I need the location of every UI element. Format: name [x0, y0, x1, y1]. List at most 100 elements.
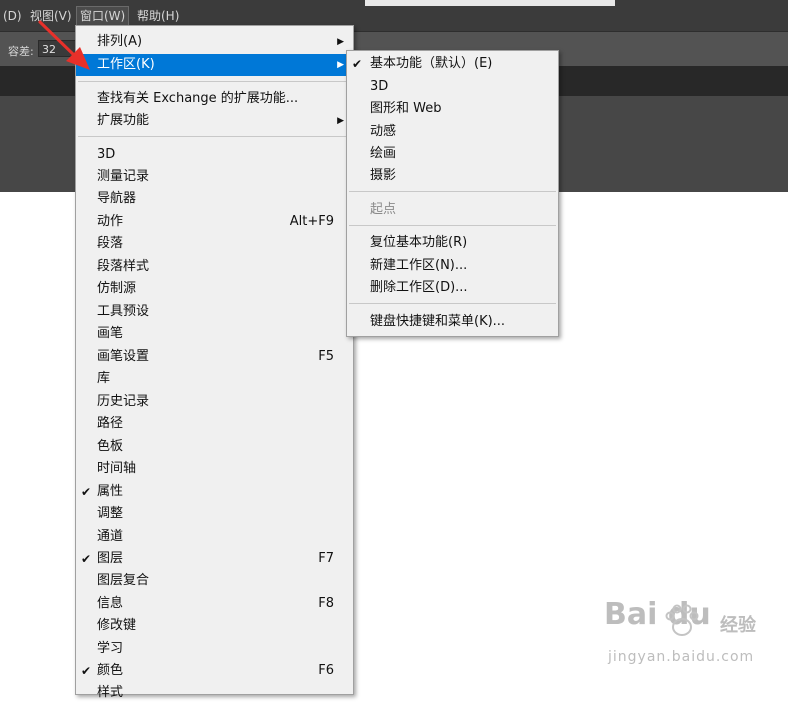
- menu-separator: [78, 136, 351, 137]
- menu-help[interactable]: 帮助(H): [134, 7, 182, 25]
- menu-item-label: 画笔: [97, 326, 124, 341]
- menu-item-properties[interactable]: ✔ 属性: [76, 481, 353, 503]
- menu-item-label: 学习: [97, 641, 124, 656]
- menu-item-find-exchange[interactable]: 查找有关 Exchange 的扩展功能...: [76, 88, 353, 110]
- menu-item-modifier-keys[interactable]: 修改键: [76, 615, 353, 637]
- menu-item-label: 图层复合: [97, 573, 150, 588]
- menu-window[interactable]: 窗口(W): [76, 6, 130, 26]
- submenu-item-delete-workspace[interactable]: 删除工作区(D)...: [347, 277, 558, 299]
- submenu-item-start: 起点: [347, 199, 558, 221]
- submenu-item-photography[interactable]: 摄影: [347, 165, 558, 187]
- menu-item-workspace[interactable]: 工作区(K) ▶: [76, 54, 353, 76]
- submenu-item-motion[interactable]: 动感: [347, 121, 558, 143]
- menu-item-label: 工作区(K): [97, 57, 155, 72]
- menu-view[interactable]: 视图(V): [27, 7, 75, 25]
- menu-item-shortcut: F8: [318, 596, 334, 611]
- menu-item-label: 画笔设置: [97, 349, 150, 364]
- menu-item-label: 图层: [97, 551, 124, 566]
- submenu-item-graphic-web[interactable]: 图形和 Web: [347, 98, 558, 120]
- submenu-item-reset-essentials[interactable]: 复位基本功能(R): [347, 232, 558, 254]
- menu-item-paths[interactable]: 路径: [76, 413, 353, 435]
- menu-item-label: 导航器: [97, 191, 137, 206]
- workspace-submenu: ✔ 基本功能（默认）(E) 3D 图形和 Web 动感 绘画 摄影 起点 复位基…: [346, 50, 559, 337]
- menu-item-paragraph[interactable]: 段落: [76, 233, 353, 255]
- menu-item-adjustments[interactable]: 调整: [76, 503, 353, 525]
- menu-item-label: 扩展功能: [97, 113, 150, 128]
- menu-item-label: 库: [97, 371, 111, 386]
- menu-item-measurement-log[interactable]: 测量记录: [76, 166, 353, 188]
- menu-item-label: 时间轴: [97, 461, 137, 476]
- submenu-item-painting[interactable]: 绘画: [347, 143, 558, 165]
- menu-item-layer-comps[interactable]: 图层复合: [76, 570, 353, 592]
- menu-item-shortcut: F6: [318, 663, 334, 678]
- submenu-arrow-icon: ▶: [337, 116, 344, 126]
- menu-item-arrange[interactable]: 排列(A) ▶: [76, 31, 353, 53]
- menu-separator: [349, 191, 556, 192]
- menu-item-label: 新建工作区(N)...: [370, 258, 468, 273]
- menu-item-styles[interactable]: 样式: [76, 682, 353, 704]
- menu-item-label: 段落样式: [97, 259, 150, 274]
- menu-item-shortcut: F7: [318, 551, 334, 566]
- menu-item-label: 仿制源: [97, 281, 137, 296]
- menu-item-label: 绘画: [370, 146, 397, 161]
- menu-item-label: 通道: [97, 529, 124, 544]
- menu-item-label: 复位基本功能(R): [370, 235, 468, 250]
- submenu-item-new-workspace[interactable]: 新建工作区(N)...: [347, 255, 558, 277]
- submenu-arrow-icon: ▶: [337, 37, 344, 47]
- menu-item-tool-presets[interactable]: 工具预设: [76, 301, 353, 323]
- menu-item-learn[interactable]: 学习: [76, 638, 353, 660]
- menu-item-3d[interactable]: 3D: [76, 144, 353, 166]
- menu-item-label: 修改键: [97, 618, 137, 633]
- menu-item-label: 样式: [97, 685, 124, 700]
- submenu-arrow-icon: ▶: [337, 60, 344, 70]
- menu-item-info[interactable]: 信息 F8: [76, 593, 353, 615]
- menu-item-brushes[interactable]: 画笔: [76, 323, 353, 345]
- submenu-item-3d[interactable]: 3D: [347, 76, 558, 98]
- menu-item-clone-source[interactable]: 仿制源: [76, 278, 353, 300]
- menu-item-label: 色板: [97, 439, 124, 454]
- menu-item-label: 动感: [370, 124, 397, 139]
- menu-item-label: 调整: [97, 506, 124, 521]
- menu-item-shortcut: Alt+F9: [289, 214, 334, 229]
- watermark-url: jingyan.baidu.com: [608, 649, 755, 665]
- menu-item-history[interactable]: 历史记录: [76, 391, 353, 413]
- menu-item-color[interactable]: ✔ 颜色 F6: [76, 660, 353, 682]
- menu-item-label: 起点: [370, 202, 397, 217]
- submenu-item-keyboard-shortcuts[interactable]: 键盘快捷键和菜单(K)...: [347, 311, 558, 333]
- submenu-item-essentials[interactable]: ✔ 基本功能（默认）(E): [347, 53, 558, 75]
- menu-item-label: 动作: [97, 214, 124, 229]
- menu-item-label: 图形和 Web: [370, 101, 442, 116]
- menu-item-label: 测量记录: [97, 169, 150, 184]
- menu-item-label: 历史记录: [97, 394, 150, 409]
- menu-item-channels[interactable]: 通道: [76, 526, 353, 548]
- menu-item-label: 工具预设: [97, 304, 150, 319]
- checkmark-icon: ✔: [81, 485, 92, 499]
- menu-item-actions[interactable]: 动作 Alt+F9: [76, 211, 353, 233]
- menu-separator: [78, 81, 351, 82]
- tolerance-input[interactable]: 32: [38, 40, 76, 57]
- menu-item-navigator[interactable]: 导航器: [76, 188, 353, 210]
- menu-edit-partial[interactable]: (D): [0, 7, 25, 25]
- checkmark-icon: ✔: [81, 664, 92, 678]
- menu-item-label: 查找有关 Exchange 的扩展功能...: [97, 91, 299, 106]
- baidu-jingyan-watermark: Bai du 经验 jingyan.baidu.com: [604, 597, 784, 677]
- paw-icon: [665, 604, 699, 636]
- menu-item-brush-settings[interactable]: 画笔设置 F5: [76, 346, 353, 368]
- menu-item-libraries[interactable]: 库: [76, 368, 353, 390]
- menu-item-label: 属性: [97, 484, 124, 499]
- menu-item-label: 键盘快捷键和菜单(K)...: [370, 314, 506, 329]
- menu-item-label: 颜色: [97, 663, 124, 678]
- menu-item-label: 信息: [97, 596, 124, 611]
- menu-item-layers[interactable]: ✔ 图层 F7: [76, 548, 353, 570]
- menu-item-label: 基本功能（默认）(E): [370, 56, 493, 71]
- menu-separator: [349, 303, 556, 304]
- menu-item-extensions[interactable]: 扩展功能 ▶: [76, 110, 353, 132]
- menu-item-timeline[interactable]: 时间轴: [76, 458, 353, 480]
- menu-separator: [349, 225, 556, 226]
- watermark-brand: 经验: [720, 615, 756, 636]
- menu-item-swatches[interactable]: 色板: [76, 436, 353, 458]
- menu-item-paragraph-styles[interactable]: 段落样式: [76, 256, 353, 278]
- menu-item-label: 段落: [97, 236, 124, 251]
- title-strip: [365, 0, 615, 6]
- window-menu: 排列(A) ▶ 工作区(K) ▶ 查找有关 Exchange 的扩展功能... …: [75, 25, 354, 700]
